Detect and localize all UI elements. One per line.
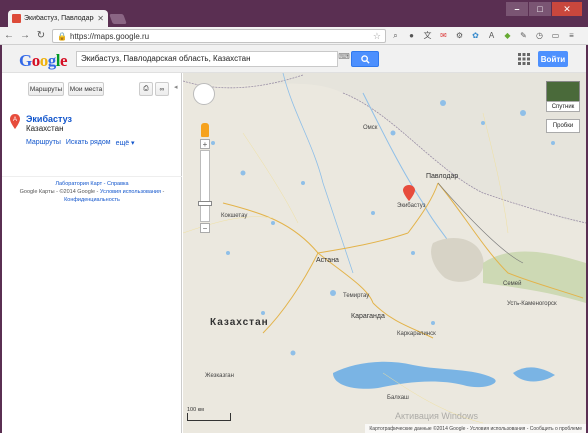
maps-header: Google Экибастуз, Павлодарская область, … <box>2 45 586 73</box>
search-icon[interactable]: ⌕ <box>390 30 401 41</box>
label-balkhash: Балхаш <box>387 395 409 401</box>
result-subtitle: Казахстан <box>26 124 64 133</box>
browser-window: Экибастуз, Павлодарская о ✕ – □ ✕ ← → ↻ … <box>0 0 588 433</box>
collapse-panel-icon[interactable]: ◂ <box>174 83 178 91</box>
label-ust-kamenogorsk: Усть-Каменогорск <box>507 301 557 307</box>
bulb-icon[interactable]: ◆ <box>502 30 513 41</box>
terms-link[interactable]: Условия использования <box>100 189 161 195</box>
zoom-slider[interactable] <box>200 150 210 222</box>
map-footer[interactable]: Картографические данные ©2014 Google - У… <box>365 424 586 433</box>
label-semey: Семей <box>503 281 522 287</box>
close-window-button[interactable]: ✕ <box>552 2 582 16</box>
search-icon <box>360 54 370 64</box>
tab-strip: Экибастуз, Павлодарская о ✕ – □ ✕ <box>0 0 588 27</box>
label-kazakhstan: Казахстан <box>210 317 269 328</box>
label-karkaralinsk: Каркаралинск <box>397 331 436 337</box>
keyboard-icon[interactable]: ⌨ <box>338 52 350 66</box>
copyright-text: Google Карты - ©2014 Google - <box>19 189 100 195</box>
tab-title: Экибастуз, Павлодарская о <box>24 15 94 22</box>
lock-icon: 🔒 <box>57 31 67 41</box>
traffic-button[interactable]: Пробки <box>546 119 580 133</box>
scale-bar <box>187 413 231 421</box>
minimize-button[interactable]: – <box>506 2 528 16</box>
result-links: Маршруты Искать рядом ещё ▾ <box>26 139 135 147</box>
translate-icon[interactable]: 文 <box>422 30 433 41</box>
labs-help-link[interactable]: Лаборатория Карт - Справка <box>55 181 128 187</box>
label-temirtau: Темиртау <box>343 293 370 299</box>
zoom-in-button[interactable]: + <box>200 139 210 149</box>
label-zhezkazgan: Жезказган <box>205 373 234 379</box>
maps-favicon-icon <box>12 14 21 23</box>
label-kokshetau: Кокшетау <box>221 213 248 219</box>
tab-close-icon[interactable]: ✕ <box>97 14 104 23</box>
pen-icon[interactable]: ✎ <box>518 30 529 41</box>
gear-icon[interactable]: ⚙ <box>454 30 465 41</box>
my-places-button[interactable]: Мои места <box>68 82 104 96</box>
cast-icon[interactable]: ▭ <box>550 30 561 41</box>
marker-a-icon[interactable]: A <box>10 114 20 129</box>
map-canvas[interactable]: Казахстан Астана Павлодар Экибастуз Кара… <box>183 73 586 433</box>
svg-text:A: A <box>13 117 17 123</box>
result-nearby-link[interactable]: Искать рядом <box>66 139 111 147</box>
gmail-icon[interactable]: ✉ <box>438 30 449 41</box>
font-icon[interactable]: A <box>486 30 497 41</box>
search-input[interactable]: Экибастуз, Павлодарская область, Казахст… <box>76 51 338 67</box>
result-routes-link[interactable]: Маршруты <box>26 139 61 147</box>
link-icon[interactable]: ∞ <box>155 82 169 96</box>
google-logo[interactable]: Google <box>19 51 68 71</box>
back-icon[interactable]: ← <box>4 30 14 41</box>
new-tab-button[interactable] <box>109 14 127 24</box>
star-icon[interactable]: ☆ <box>373 31 381 42</box>
result-title[interactable]: Экибастуз <box>26 114 72 124</box>
label-astana: Астана <box>316 257 339 264</box>
print-icon[interactable]: ⎙ <box>139 82 153 96</box>
flower-icon[interactable]: ✿ <box>470 30 481 41</box>
zoom-slider-thumb[interactable] <box>198 201 212 206</box>
label-ekibastuz: Экибастуз <box>397 203 426 209</box>
search-button[interactable] <box>351 51 379 67</box>
privacy-link[interactable]: Конфиденциальность <box>64 197 120 203</box>
label-omsk: Омск <box>363 125 378 131</box>
mic-icon[interactable]: ● <box>406 30 417 41</box>
pegman-icon[interactable] <box>201 123 209 137</box>
forward-icon[interactable]: → <box>20 30 30 41</box>
browser-tab[interactable]: Экибастуз, Павлодарская о ✕ <box>8 10 108 27</box>
satellite-button[interactable]: Спутник <box>546 101 580 112</box>
maps-page: Google Экибастуз, Павлодарская область, … <box>2 45 586 433</box>
zoom-out-button[interactable]: − <box>200 223 210 233</box>
windows-activation-watermark: Активация Windows <box>395 411 478 421</box>
extensions-bar: ⌕ ● 文 ✉ ⚙ ✿ A ◆ ✎ ◷ ▭ ≡ <box>390 30 577 41</box>
browser-toolbar: ← → ↻ 🔒 https://maps.google.ru ☆ ⌕ ● 文 ✉… <box>0 27 588 45</box>
map-terrain <box>183 73 586 433</box>
label-karaganda: Караганда <box>351 313 385 320</box>
label-pavlodar: Павлодар <box>426 173 459 180</box>
apps-grid-icon[interactable] <box>518 53 530 65</box>
sign-in-button[interactable]: Войти <box>538 51 568 67</box>
menu-icon[interactable]: ≡ <box>566 30 577 41</box>
clock-icon[interactable]: ◷ <box>534 30 545 41</box>
address-url[interactable]: https://maps.google.ru <box>70 32 370 41</box>
address-bar[interactable]: 🔒 https://maps.google.ru ☆ <box>52 29 386 43</box>
maximize-button[interactable]: □ <box>529 2 551 16</box>
panel-footer: Лаборатория Карт - Справка Google Карты … <box>2 176 182 204</box>
result-more-link[interactable]: ещё ▾ <box>116 139 135 147</box>
reload-icon[interactable]: ↻ <box>36 30 46 41</box>
routes-button[interactable]: Маршруты <box>28 82 64 96</box>
left-panel: Маршруты Мои места ⎙ ∞ ◂ A Экибастуз Каз… <box>2 73 182 433</box>
pan-control[interactable] <box>193 83 215 105</box>
